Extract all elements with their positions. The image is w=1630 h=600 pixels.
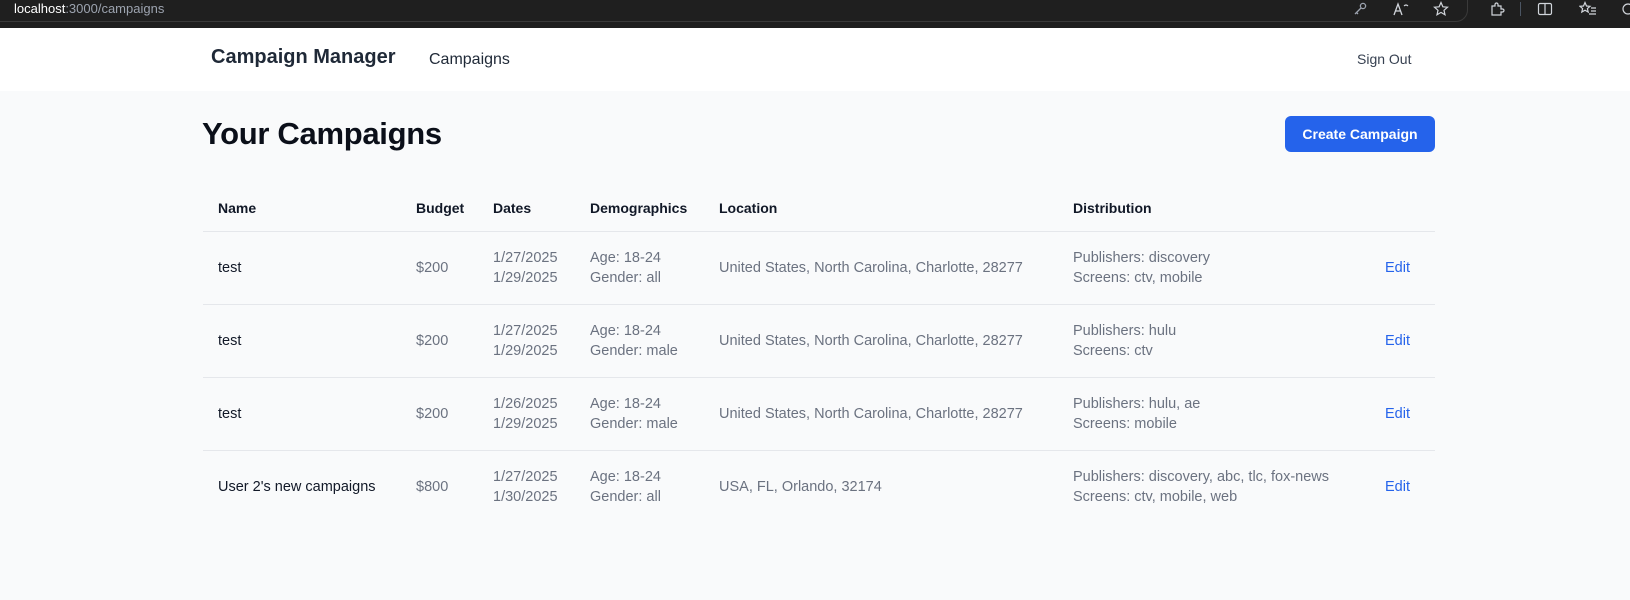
campaign-dates: 1/27/2025 1/29/2025: [493, 321, 558, 361]
publishers: Publishers: discovery, abc, tlc, fox-new…: [1073, 469, 1329, 485]
screens: Screens: ctv, mobile, web: [1073, 489, 1238, 505]
gender: Gender: all: [590, 489, 661, 505]
edit-link[interactable]: Edit: [1385, 331, 1410, 351]
start-date: 1/27/2025: [493, 469, 558, 485]
edit-link[interactable]: Edit: [1385, 258, 1410, 278]
gender: Gender: male: [590, 343, 678, 359]
favorites-icon[interactable]: [1578, 0, 1598, 18]
age-range: Age: 18-24: [590, 469, 661, 485]
column-header-distribution: Distribution: [1073, 200, 1152, 216]
campaign-demographics: Age: 18-24 Gender: all: [590, 248, 661, 288]
end-date: 1/29/2025: [493, 416, 558, 432]
address-bar[interactable]: [0, 0, 1468, 22]
split-screen-icon[interactable]: [1535, 0, 1555, 18]
start-date: 1/27/2025: [493, 323, 558, 339]
campaign-dates: 1/27/2025 1/30/2025: [493, 467, 558, 507]
toolbar-divider: [1520, 2, 1521, 16]
table-header: Name Budget Dates Demographics Location …: [203, 190, 1435, 232]
campaign-distribution: Publishers: discovery, abc, tlc, fox-new…: [1073, 467, 1329, 507]
screens: Screens: ctv, mobile: [1073, 270, 1203, 286]
campaign-distribution: Publishers: hulu Screens: ctv: [1073, 321, 1176, 361]
campaign-name: test: [218, 260, 242, 276]
create-campaign-button[interactable]: Create Campaign: [1285, 116, 1435, 152]
campaign-name: test: [218, 406, 242, 422]
browser-toolbar: localhost:3000/campaigns: [0, 0, 1630, 28]
column-header-location: Location: [719, 200, 778, 216]
campaign-demographics: Age: 18-24 Gender: all: [590, 467, 661, 507]
campaign-budget: $200: [416, 333, 449, 349]
campaign-distribution: Publishers: hulu, ae Screens: mobile: [1073, 394, 1200, 434]
end-date: 1/30/2025: [493, 489, 558, 505]
screens: Screens: mobile: [1073, 416, 1177, 432]
age-range: Age: 18-24: [590, 396, 661, 412]
campaign-location: United States, North Carolina, Charlotte…: [719, 260, 1023, 276]
column-header-budget: Budget: [416, 200, 465, 216]
campaign-location: USA, FL, Orlando, 32174: [719, 479, 882, 495]
start-date: 1/27/2025: [493, 250, 558, 266]
favorite-star-icon[interactable]: [1431, 0, 1451, 18]
table-row: test $200 1/27/2025 1/29/2025 Age: 18-24 G…: [203, 305, 1435, 378]
campaign-budget: $200: [416, 260, 449, 276]
gender: Gender: male: [590, 416, 678, 432]
age-range: Age: 18-24: [590, 250, 661, 266]
campaign-location: United States, North Carolina, Charlotte…: [719, 406, 1023, 422]
campaign-demographics: Age: 18-24 Gender: male: [590, 394, 678, 434]
campaign-demographics: Age: 18-24 Gender: male: [590, 321, 678, 361]
campaign-name: test: [218, 333, 242, 349]
nav-link-campaigns[interactable]: Campaigns: [429, 51, 510, 69]
column-header-dates: Dates: [493, 200, 532, 216]
url-host: localhost: [14, 1, 66, 16]
column-header-demographics: Demographics: [590, 200, 688, 216]
campaign-dates: 1/26/2025 1/29/2025: [493, 394, 558, 434]
screens: Screens: ctv: [1073, 343, 1153, 359]
read-aloud-icon[interactable]: [1391, 0, 1411, 18]
table-row: User 2's new campaigns $800 1/27/2025 1/3…: [203, 451, 1435, 524]
publishers: Publishers: discovery: [1073, 250, 1210, 266]
extensions-icon[interactable]: [1487, 0, 1507, 18]
campaign-distribution: Publishers: discovery Screens: ctv, mobil…: [1073, 248, 1210, 288]
url-path: :3000/campaigns: [65, 1, 165, 16]
page-title: Your Campaigns: [202, 116, 442, 151]
key-icon[interactable]: [1350, 0, 1370, 18]
column-header-name: Name: [218, 200, 257, 216]
campaigns-table: Name Budget Dates Demographics Location …: [203, 190, 1435, 524]
table-row: test $200 1/27/2025 1/29/2025 Age: 18-24 G…: [203, 232, 1435, 305]
campaign-dates: 1/27/2025 1/29/2025: [493, 248, 558, 288]
address-bar-url[interactable]: localhost:3000/campaigns: [14, 0, 164, 22]
publishers: Publishers: hulu: [1073, 323, 1177, 339]
campaign-budget: $800: [416, 479, 449, 495]
more-icon[interactable]: [1618, 0, 1630, 18]
campaign-name: User 2's new campaigns: [218, 479, 376, 495]
campaign-budget: $200: [416, 406, 449, 422]
edit-link[interactable]: Edit: [1385, 404, 1410, 424]
sign-out-button[interactable]: Sign Out: [1357, 51, 1411, 67]
age-range: Age: 18-24: [590, 323, 661, 339]
campaign-location: United States, North Carolina, Charlotte…: [719, 333, 1023, 349]
top-navigation: Campaign Manager Campaigns Sign Out: [0, 28, 1630, 91]
gender: Gender: all: [590, 270, 661, 286]
end-date: 1/29/2025: [493, 343, 558, 359]
publishers: Publishers: hulu, ae: [1073, 396, 1201, 412]
table-row: test $200 1/26/2025 1/29/2025 Age: 18-24 G…: [203, 378, 1435, 451]
edit-link[interactable]: Edit: [1385, 477, 1410, 497]
end-date: 1/29/2025: [493, 270, 558, 286]
start-date: 1/26/2025: [493, 396, 558, 412]
brand-logo[interactable]: Campaign Manager: [211, 46, 395, 69]
